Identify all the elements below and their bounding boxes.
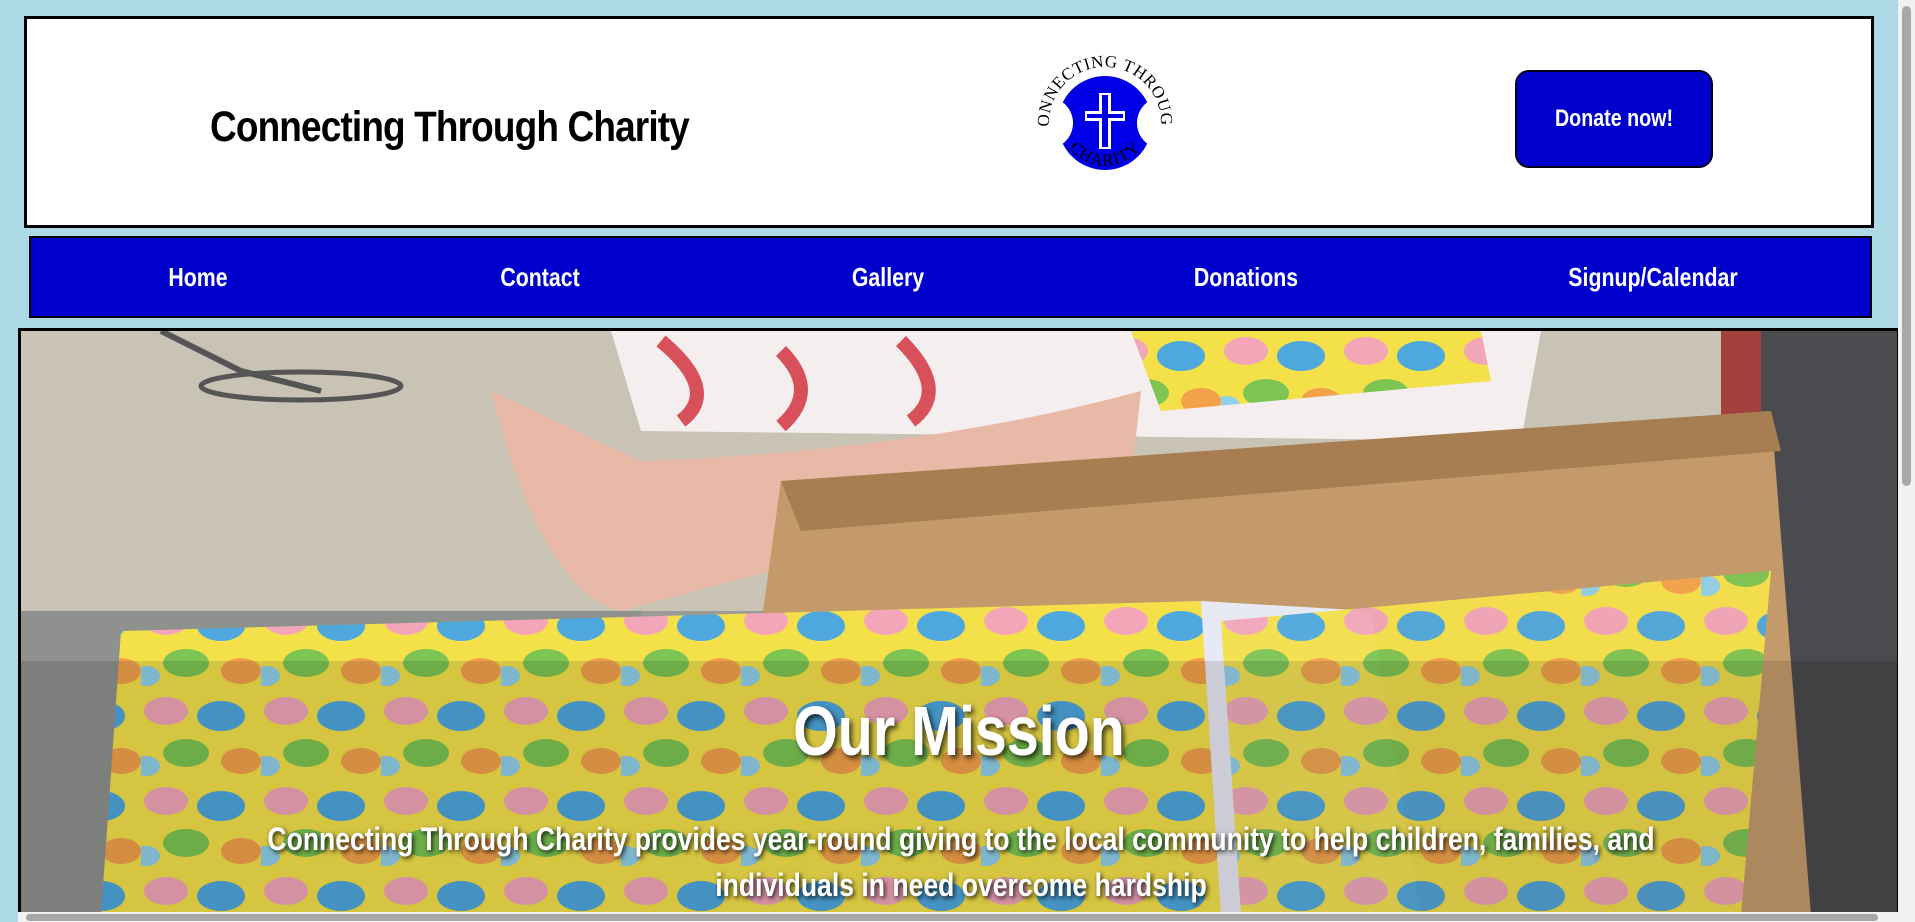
horizontal-scrollbar[interactable] xyxy=(18,912,1898,922)
nav-item-gallery[interactable]: Gallery xyxy=(852,238,924,316)
mission-text-content: Connecting Through Charity provides year… xyxy=(267,821,1655,903)
main-nav: Home Contact Gallery Donations Signup/Ca… xyxy=(29,236,1872,318)
donate-button-label: Donate now! xyxy=(1554,105,1674,132)
site-title: Connecting Through Charity xyxy=(210,103,690,151)
nav-item-donations[interactable]: Donations xyxy=(1194,238,1298,316)
vertical-scrollbar[interactable] xyxy=(1898,0,1915,922)
site-header: Connecting Through Charity CONNECTING TH… xyxy=(24,16,1874,228)
horizontal-scrollbar-thumb[interactable] xyxy=(26,914,1878,921)
donate-button[interactable]: Donate now! xyxy=(1515,70,1713,168)
nav-item-home[interactable]: Home xyxy=(168,238,227,316)
mission-heading: Our Mission xyxy=(793,692,1125,770)
nav-item-signup-calendar[interactable]: Signup/Calendar xyxy=(1568,238,1737,316)
nav-item-contact[interactable]: Contact xyxy=(500,238,579,316)
mission-hero: Our Mission Connecting Through Charity p… xyxy=(18,328,1900,918)
cross-emblem-icon: CONNECTING THROUGH CHARITY xyxy=(1029,47,1181,170)
vertical-scrollbar-thumb[interactable] xyxy=(1902,6,1911,486)
mission-text: Connecting Through Charity provides year… xyxy=(41,816,1881,908)
